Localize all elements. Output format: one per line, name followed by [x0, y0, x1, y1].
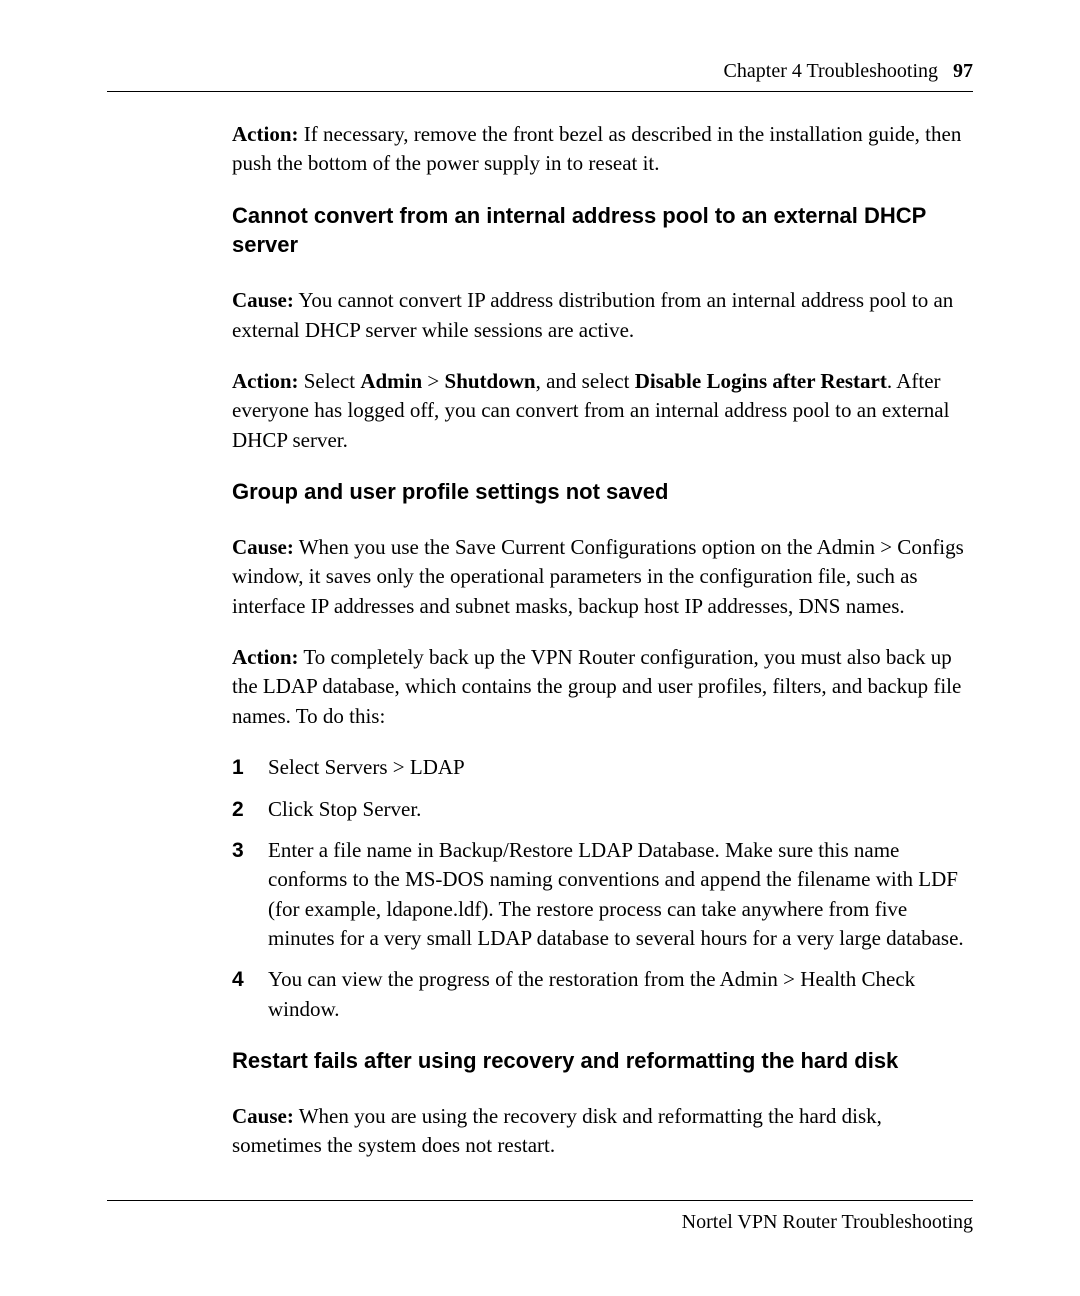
step-item: 1 Select Servers > LDAP: [232, 753, 973, 782]
dhcp-action-para: Action: Select Admin > Shutdown, and sel…: [232, 367, 973, 455]
profile-action-text: To completely back up the VPN Router con…: [232, 645, 961, 728]
step-body: You can view the progress of the restora…: [268, 965, 973, 1024]
step-number: 1: [232, 753, 268, 782]
page-container: Chapter 4 Troubleshooting 97 Action: If …: [0, 0, 1080, 1161]
step-item: 3 Enter a file name in Backup/Restore LD…: [232, 836, 973, 954]
action-label: Action:: [232, 369, 299, 393]
intro-action-para: Action: If necessary, remove the front b…: [232, 120, 973, 179]
cause-label: Cause:: [232, 288, 294, 312]
dhcp-cause-text: You cannot convert IP address distributi…: [232, 288, 953, 341]
restart-cause-text: When you are using the recovery disk and…: [232, 1104, 882, 1157]
step-body: Click Stop Server.: [268, 795, 973, 824]
running-header: Chapter 4 Troubleshooting 97: [107, 60, 973, 91]
t1: Select: [299, 369, 361, 393]
t2: , and select: [536, 369, 635, 393]
steps-list: 1 Select Servers > LDAP 2 Click Stop Ser…: [232, 753, 973, 1024]
backup-restore-field: Backup/Restore LDAP Database: [439, 838, 715, 862]
t: >: [388, 755, 410, 779]
step-number: 4: [232, 965, 268, 1024]
step-item: 4 You can view the progress of the resto…: [232, 965, 973, 1024]
ldap-menu: LDAP: [410, 755, 465, 779]
section-heading-restart: Restart fails after using recovery and r…: [232, 1046, 973, 1076]
content-body: Action: If necessary, remove the front b…: [107, 92, 973, 1161]
sep: >: [422, 369, 444, 393]
chapter-label: Chapter 4 Troubleshooting: [724, 60, 938, 82]
t: Click: [268, 797, 319, 821]
shutdown-menu: Shutdown: [445, 369, 536, 393]
step-number: 3: [232, 836, 268, 954]
section-heading-profile: Group and user profile settings not save…: [232, 477, 973, 507]
step-body: Enter a file name in Backup/Restore LDAP…: [268, 836, 973, 954]
servers-menu: Servers: [325, 755, 388, 779]
cause-label: Cause:: [232, 1104, 294, 1128]
profile-cause-text: When you use the Save Current Configurat…: [232, 535, 964, 618]
t: Enter a file name in: [268, 838, 439, 862]
t: Select: [268, 755, 325, 779]
dhcp-cause-para: Cause: You cannot convert IP address dis…: [232, 286, 973, 345]
step-item: 2 Click Stop Server.: [232, 795, 973, 824]
t: .: [416, 797, 421, 821]
action-label: Action:: [232, 645, 299, 669]
profile-action-para: Action: To completely back up the VPN Ro…: [232, 643, 973, 731]
footer: Nortel VPN Router Troubleshooting: [107, 1200, 973, 1234]
step-body: Select Servers > LDAP: [268, 753, 973, 782]
profile-cause-para: Cause: When you use the Save Current Con…: [232, 533, 973, 621]
step-number: 2: [232, 795, 268, 824]
t: You can view the progress of the restora…: [268, 967, 915, 1020]
disable-option: Disable Logins after Restart: [635, 369, 887, 393]
stop-server-button: Stop Server: [319, 797, 416, 821]
intro-action-text: If necessary, remove the front bezel as …: [232, 122, 961, 175]
restart-cause-para: Cause: When you are using the recovery d…: [232, 1102, 973, 1161]
page-number: 97: [953, 60, 973, 82]
footer-rule: [107, 1200, 973, 1201]
footer-text: Nortel VPN Router Troubleshooting: [107, 1211, 973, 1234]
action-label: Action:: [232, 122, 299, 146]
cause-label: Cause:: [232, 535, 294, 559]
admin-menu: Admin: [360, 369, 422, 393]
section-heading-dhcp: Cannot convert from an internal address …: [232, 201, 973, 260]
